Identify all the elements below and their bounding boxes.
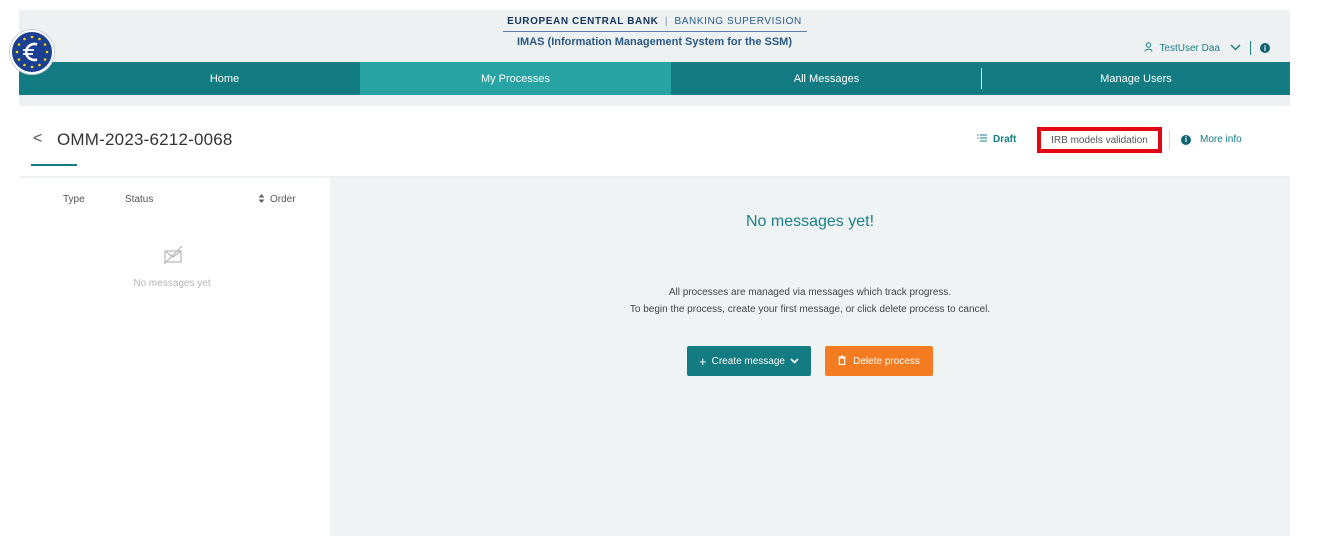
process-status: Draft xyxy=(977,134,1016,145)
column-order-label: Order xyxy=(270,194,296,205)
process-type-label: IRB models validation xyxy=(1051,134,1148,146)
user-icon xyxy=(1144,41,1153,55)
sort-icon xyxy=(258,194,265,205)
nav-item-label: My Processes xyxy=(480,72,551,85)
info-icon: i xyxy=(1181,134,1191,145)
description-line-1: All processes are managed via messages w… xyxy=(668,287,952,298)
ecb-logo xyxy=(10,30,54,74)
action-buttons: + Create message Delete process xyxy=(330,346,1290,376)
column-status[interactable]: Status xyxy=(125,194,153,205)
delete-process-button[interactable]: Delete process xyxy=(825,346,933,376)
right-margin xyxy=(1290,10,1318,536)
title-underline xyxy=(31,164,77,166)
empty-state-description: All processes are managed via messages w… xyxy=(330,284,1290,318)
description-line-2: To begin the process, create your first … xyxy=(629,304,991,315)
chevron-down-icon xyxy=(790,356,799,367)
brand-rule xyxy=(502,31,807,32)
user-name[interactable]: TestUser Daa xyxy=(1159,43,1220,54)
message-list-panel: Type Status Order No messages yet xyxy=(0,178,330,536)
plus-icon: + xyxy=(699,353,707,369)
status-list-icon xyxy=(977,134,987,145)
nav-item-label: Home xyxy=(209,72,240,85)
nav-item-label: Manage Users xyxy=(1100,72,1172,85)
main-content-panel: No messages yet! All processes are manag… xyxy=(330,178,1290,536)
delete-process-label: Delete process xyxy=(853,355,920,367)
empty-state-title: No messages yet! xyxy=(745,213,875,230)
app-header: EUROPEAN CENTRAL BANK | BANKING SUPERVIS… xyxy=(19,10,1290,67)
process-id-title: OMM-2023-6212-0068 xyxy=(57,130,233,149)
process-header: < OMM-2023-6212-0068 Draft IRB models va… xyxy=(19,106,1290,176)
user-menu-divider xyxy=(1250,41,1251,55)
status-label: Draft xyxy=(993,134,1017,145)
create-message-button[interactable]: + Create message xyxy=(687,346,811,376)
more-info-link[interactable]: i More info xyxy=(1181,134,1242,145)
more-info-label: More info xyxy=(1200,134,1242,145)
column-order-sort[interactable]: Order xyxy=(258,194,296,205)
header-divider xyxy=(1169,130,1170,150)
no-messages-text: No messages yet xyxy=(133,278,211,289)
org-name: EUROPEAN CENTRAL BANK xyxy=(507,16,659,27)
nav-item-home[interactable]: Home xyxy=(19,62,360,95)
help-info-icon[interactable]: i xyxy=(1260,43,1270,53)
nav-item-all-messages[interactable]: All Messages xyxy=(671,62,982,95)
no-messages-icon xyxy=(162,244,184,266)
brand-block: EUROPEAN CENTRAL BANK | BANKING SUPERVIS… xyxy=(19,16,1290,48)
create-message-label: Create message xyxy=(711,355,785,367)
brand-org-line: EUROPEAN CENTRAL BANK | BANKING SUPERVIS… xyxy=(19,16,1290,27)
user-menu[interactable]: TestUser Daa i xyxy=(1144,41,1270,55)
org-division: BANKING SUPERVISION xyxy=(674,16,802,27)
nav-item-my-processes[interactable]: My Processes xyxy=(360,62,671,95)
nav-item-label: All Messages xyxy=(793,72,860,85)
app-title: IMAS (Information Management System for … xyxy=(516,36,793,48)
back-arrow-icon[interactable]: < xyxy=(33,130,42,148)
process-type-tag: IRB models validation xyxy=(1037,127,1162,153)
chevron-down-icon[interactable] xyxy=(1230,42,1241,54)
trash-icon xyxy=(838,354,846,368)
column-type[interactable]: Type xyxy=(63,194,85,205)
main-nav: Home My Processes All Messages Manage Us… xyxy=(19,62,1290,95)
nav-item-manage-users[interactable]: Manage Users xyxy=(982,62,1290,95)
org-separator: | xyxy=(664,16,669,27)
